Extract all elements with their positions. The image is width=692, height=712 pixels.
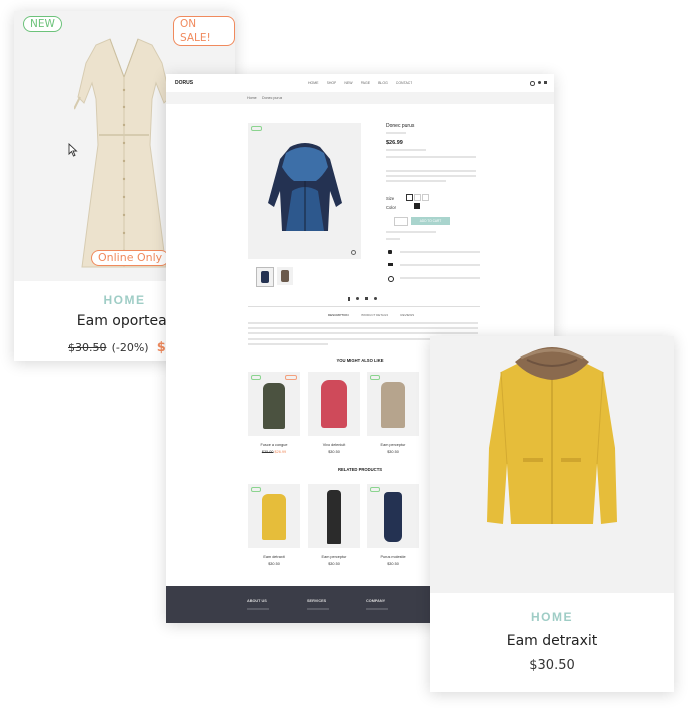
cart-icon[interactable]: [543, 81, 547, 84]
nav-home[interactable]: HOME: [308, 81, 319, 85]
product-tabs: DESCRIPTION PRODUCT DETAILS REVIEWS: [328, 313, 414, 317]
related-product-1[interactable]: Eam detraxit $30.50: [248, 484, 300, 566]
sale-price: $26.99: [274, 450, 287, 454]
share-line: [386, 238, 400, 240]
product-card-right[interactable]: HOME Eam detraxit $30.50: [430, 336, 674, 692]
image-new-tag: [251, 126, 262, 131]
sale-badge: ON SALE!: [173, 16, 235, 46]
header-icons: [530, 81, 547, 86]
breadcrumb: Home Donec purus: [166, 92, 554, 104]
size-option-l[interactable]: [422, 194, 429, 201]
mouse-cursor-icon: [68, 143, 78, 157]
social-share: [348, 297, 377, 301]
tab-description[interactable]: DESCRIPTION: [328, 313, 349, 317]
price: $30.50: [328, 562, 340, 566]
footer-services: SERVICES: [307, 599, 329, 610]
nav-blog[interactable]: BLOG: [378, 81, 388, 85]
product-price: $30.50: [529, 658, 575, 673]
tab-product-details[interactable]: PRODUCT DETAILS: [361, 313, 389, 317]
old-price: $35.00: [261, 450, 274, 454]
shield-icon: [388, 250, 392, 254]
related-product-3[interactable]: Purus molestie $30.50: [367, 484, 419, 566]
main-product-image[interactable]: [248, 123, 361, 259]
search-icon[interactable]: [530, 81, 535, 86]
nav-contact[interactable]: CONTACT: [396, 81, 413, 85]
description-line-1: [248, 322, 478, 324]
footer-about: ABOUT US: [247, 599, 269, 610]
price: $30.50: [328, 450, 340, 454]
desc-line-1: [386, 170, 476, 172]
also-like-product-1[interactable]: Fusce a congue $35.00 $26.99: [248, 372, 300, 454]
footer-heading: COMPANY: [366, 599, 386, 603]
main-nav: HOME SHOP NEW PAGE BLOG CONTACT: [308, 81, 412, 85]
twitter-icon[interactable]: [356, 297, 359, 300]
also-like-product-2[interactable]: Vivo deleniuit $30.50: [308, 372, 360, 454]
truck-icon: [388, 263, 393, 266]
user-icon[interactable]: [537, 81, 541, 84]
wishlist-line: [386, 231, 436, 233]
description-line-3: [248, 332, 478, 334]
product-name[interactable]: Eam detraxit: [248, 555, 300, 559]
product-name[interactable]: Fusce a congue: [248, 443, 300, 447]
thumbnail-1[interactable]: [256, 267, 274, 287]
quantity-stepper[interactable]: [394, 217, 408, 226]
product-name[interactable]: Eam perceptur: [367, 443, 419, 447]
price: $30.50: [268, 562, 280, 566]
product-name[interactable]: Purus molestie: [367, 555, 419, 559]
return-icon: [388, 276, 394, 282]
description-line-5: [248, 343, 328, 345]
dress-image[interactable]: [74, 35, 174, 273]
nav-shop[interactable]: SHOP: [327, 81, 337, 85]
product-name: Donec purus: [386, 123, 415, 129]
color-label: Color: [386, 205, 397, 210]
site-logo[interactable]: DORUS: [175, 80, 193, 86]
zoom-icon[interactable]: [351, 250, 356, 255]
tabs-divider: [248, 306, 480, 307]
product-title[interactable]: Eam detraxit: [430, 633, 674, 649]
facebook-icon[interactable]: [348, 297, 350, 301]
breadcrumb-current: Donec purus: [262, 96, 283, 100]
description-line-2: [248, 327, 478, 329]
size-option-m[interactable]: [414, 194, 421, 201]
product-name[interactable]: Vivo deleniuit: [308, 443, 360, 447]
product-price: $26.99: [386, 140, 403, 146]
footer-heading: SERVICES: [307, 599, 327, 603]
review-line: [386, 132, 406, 134]
tax-line: [386, 149, 426, 151]
nav-new[interactable]: NEW: [344, 81, 352, 85]
breadcrumb-home[interactable]: Home: [247, 96, 257, 100]
footer-heading: ABOUT US: [247, 599, 267, 603]
nav-page[interactable]: PAGE: [361, 81, 370, 85]
old-price: $30.50: [68, 341, 107, 354]
related-product-2[interactable]: Eam perceptur $30.50: [308, 484, 360, 566]
desc-line-2: [386, 175, 476, 177]
product-name[interactable]: Eam perceptur: [308, 555, 360, 559]
tab-reviews[interactable]: REVIEWS: [400, 313, 414, 317]
new-badge: NEW: [23, 16, 62, 32]
thumbnail-2[interactable]: [277, 267, 293, 285]
navy-coat-image: [268, 143, 342, 231]
online-only-badge: Online Only: [91, 250, 170, 266]
size-label: Size: [386, 196, 395, 201]
discount-label: (-20%): [111, 341, 149, 354]
product-category: HOME: [531, 610, 573, 624]
footer-company: COMPANY: [366, 599, 388, 610]
add-to-cart-button[interactable]: ADD TO CART: [411, 217, 450, 225]
also-like-product-3[interactable]: Eam perceptur $30.50: [367, 372, 419, 454]
google-plus-icon[interactable]: [365, 297, 368, 300]
color-swatch-black[interactable]: [414, 203, 420, 209]
price: $30.50: [387, 450, 399, 454]
meta-line: [386, 156, 476, 158]
pinterest-icon[interactable]: [374, 297, 377, 300]
price: $30.50: [387, 562, 399, 566]
size-option-s[interactable]: [406, 194, 413, 201]
desc-line-3: [386, 180, 446, 182]
yellow-parka-image[interactable]: [483, 338, 621, 530]
